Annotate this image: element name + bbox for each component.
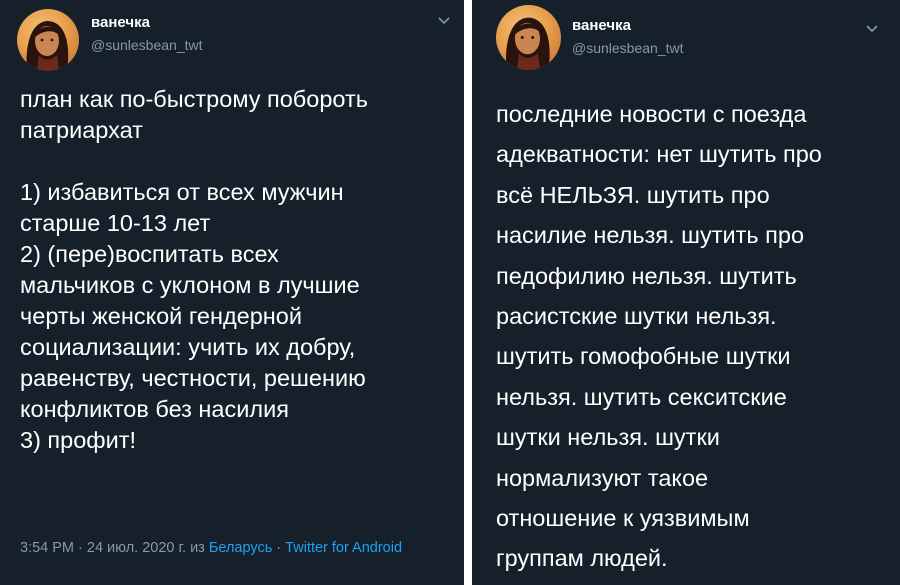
- avatar[interactable]: [496, 5, 561, 70]
- avatar-portrait-icon: [505, 17, 550, 70]
- client-link[interactable]: Twitter for Android: [285, 540, 402, 556]
- user-display-name[interactable]: ванечка: [572, 17, 631, 34]
- user-handle[interactable]: @sunlesbean_twt: [91, 37, 203, 53]
- user-display-name[interactable]: ванечка: [91, 14, 150, 31]
- location-link[interactable]: Беларусь: [209, 540, 272, 556]
- tweet-text: план как по-быстрому побороть патриархат…: [20, 86, 368, 453]
- more-options-button[interactable]: [864, 20, 880, 36]
- tweet-meta: 3:54 PM · 24 июл. 2020 г. из Беларусь · …: [20, 537, 460, 559]
- meta-separator: ·: [272, 540, 286, 556]
- user-handle[interactable]: @sunlesbean_twt: [572, 40, 684, 56]
- avatar-portrait-icon: [26, 21, 69, 71]
- chevron-down-icon: [866, 25, 878, 33]
- more-options-button[interactable]: [436, 12, 452, 28]
- tweet-card-right: ванечка @sunlesbean_twt последние новост…: [472, 0, 900, 585]
- tweet-text: последние новости с поезда адекватности:…: [496, 101, 822, 572]
- tweet-card-left: ванечка @sunlesbean_twt план как по-быст…: [0, 0, 464, 585]
- tweet-timestamp[interactable]: 3:54 PM · 24 июл. 2020 г. из: [20, 540, 209, 556]
- avatar[interactable]: [17, 9, 79, 71]
- chevron-down-icon: [438, 17, 450, 25]
